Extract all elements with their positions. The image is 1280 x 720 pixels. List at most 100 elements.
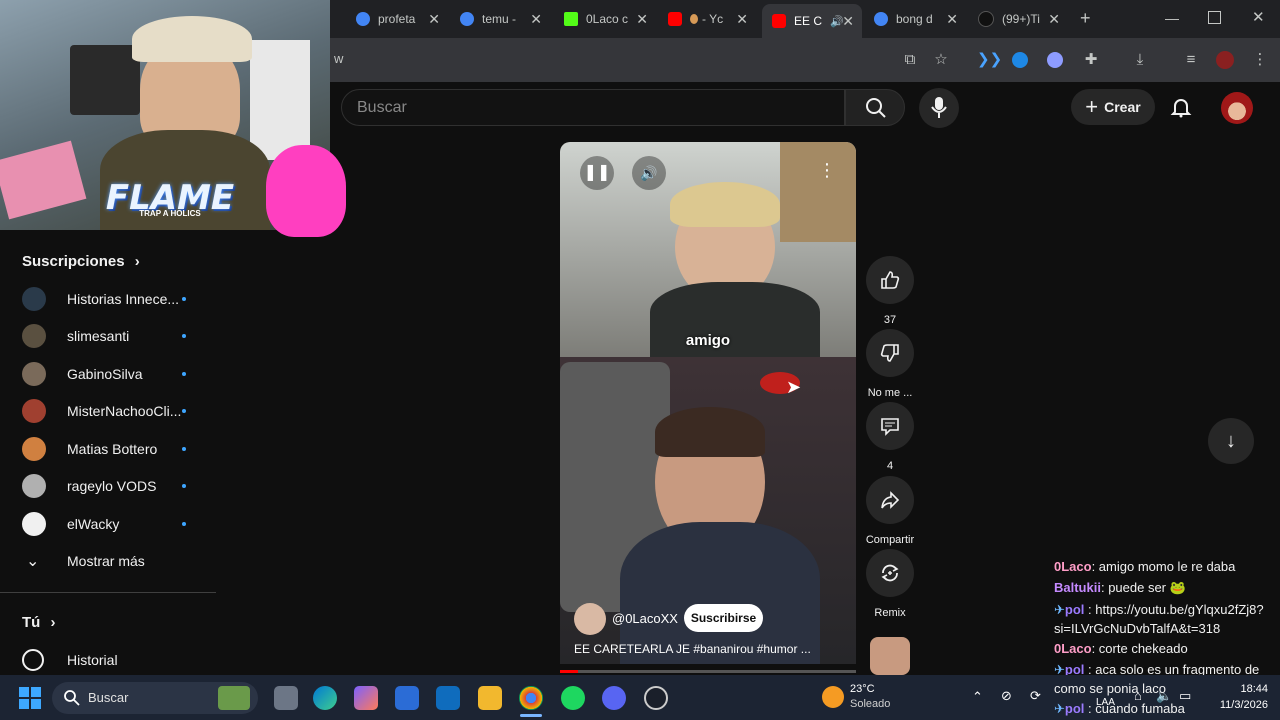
search-lens-icon[interactable] [1047, 52, 1063, 68]
bookmark-star-icon[interactable]: ☆ [931, 50, 951, 70]
pause-button[interactable]: ❚❚ [580, 156, 614, 190]
channel-avatar [22, 399, 46, 423]
task-view-icon[interactable] [274, 686, 298, 710]
app-icon[interactable] [644, 686, 668, 710]
copilot-icon[interactable] [354, 686, 378, 710]
minimize-button[interactable]: — [1165, 10, 1179, 26]
tray-app-icon[interactable]: ⊘ [1001, 688, 1012, 704]
clock-time[interactable]: 18:44 [1208, 683, 1268, 695]
volume-button[interactable]: 🔊 [632, 156, 666, 190]
weather-desc[interactable]: Soleado [850, 698, 890, 710]
close-tab-icon[interactable]: ✕ [636, 11, 648, 28]
language-indicator[interactable]: LAA [1096, 697, 1115, 708]
search-button[interactable] [845, 89, 905, 126]
shazam-icon[interactable] [1012, 52, 1028, 68]
tab-6[interactable]: (99+)Ti ✕ [978, 6, 1060, 32]
weather-sun-icon [822, 686, 844, 708]
download-icon[interactable]: ⤓ [1130, 50, 1150, 70]
dislike-button[interactable]: No me ... [860, 329, 920, 399]
spotify-icon[interactable] [561, 686, 585, 710]
mouse-cursor: ➤ [786, 377, 802, 397]
more-options-icon[interactable]: ⋮ [816, 160, 838, 186]
show-more-button[interactable]: ⌄ Mostrar más [0, 543, 216, 579]
edge-icon[interactable] [313, 686, 337, 710]
new-content-dot [182, 484, 186, 488]
tab-1[interactable]: temu - ✕ [460, 6, 542, 32]
poster-image [70, 45, 140, 115]
voice-search-button[interactable] [919, 88, 959, 128]
channel-avatar[interactable] [574, 603, 606, 635]
new-tab-button[interactable]: + [1080, 8, 1091, 29]
taskbar-search[interactable]: Buscar [52, 682, 258, 714]
close-tab-icon[interactable]: ✕ [1048, 11, 1060, 28]
sidebar-channel[interactable]: rageylo VODS [0, 468, 216, 504]
close-tab-icon[interactable]: ✕ [428, 11, 440, 28]
buddha-sticker [266, 145, 346, 237]
sidebar-item-history[interactable]: Historial [0, 642, 216, 678]
close-tab-icon[interactable]: ✕ [842, 13, 854, 30]
search-input[interactable]: Buscar [357, 99, 407, 117]
microphone-icon [931, 97, 947, 118]
subscribe-button[interactable]: Suscribirse [684, 604, 763, 632]
outlook-icon[interactable] [436, 686, 460, 710]
tab-5[interactable]: bong d ✕ [874, 6, 958, 32]
progress-bar[interactable] [560, 670, 856, 673]
search-highlight-icon [218, 686, 250, 710]
close-window-button[interactable]: ✕ [1252, 8, 1265, 26]
next-short-thumbnail[interactable] [870, 637, 910, 675]
chrome-icon[interactable] [519, 686, 543, 710]
next-video-arrow-icon[interactable]: ↓ [1208, 418, 1254, 464]
profile-avatar[interactable] [1216, 51, 1234, 69]
video-title[interactable]: EE CARETEARLA JE #bananirou #humor ... [574, 642, 811, 656]
tab-4-active[interactable]: EE C 🔊 ✕ [762, 4, 862, 38]
tray-sync-icon[interactable]: ⟳ [1030, 688, 1041, 704]
close-tab-icon[interactable]: ✕ [736, 11, 748, 28]
fridge-image [250, 40, 310, 160]
close-tab-icon[interactable]: ✕ [530, 11, 542, 28]
create-button[interactable]: + Crear [1071, 89, 1155, 125]
new-content-dot [182, 409, 186, 413]
address-bar[interactable]: w [334, 51, 343, 66]
shorts-video-player[interactable]: ❚❚ 🔊 ⋮ amigo @0LacoXX Suscribirse EE CAR… [560, 142, 856, 664]
cardboard-image [780, 142, 856, 242]
chevron-right-icon: › [134, 253, 140, 270]
sidebar-channel[interactable]: Historias Innece... [0, 281, 216, 317]
tray-chevron-icon[interactable]: ⌃ [972, 689, 983, 705]
progress-fill [560, 670, 578, 673]
you-section-title[interactable]: Tú › [22, 614, 56, 631]
sidebar-divider [0, 592, 216, 593]
file-explorer-icon[interactable] [478, 686, 502, 710]
channel-handle[interactable]: @0LacoXX [612, 611, 678, 626]
new-content-dot [182, 522, 186, 526]
comments-button[interactable]: 4 [860, 402, 920, 472]
sidebar-channel[interactable]: GabinoSilva [0, 356, 216, 392]
weather-temp[interactable]: 23°C [850, 683, 875, 695]
tab-3[interactable]: - Yc ✕ [668, 6, 748, 32]
tab-2[interactable]: 0Laco c ✕ [564, 6, 648, 32]
windows-start-icon[interactable] [19, 687, 41, 709]
sidebar-channel[interactable]: slimesanti [0, 318, 216, 354]
sidebar-channel[interactable]: Matias Bottero [0, 431, 216, 467]
store-icon[interactable] [395, 686, 419, 710]
close-tab-icon[interactable]: ✕ [946, 11, 958, 28]
notifications-bell-icon[interactable] [1170, 96, 1192, 118]
extension-wave-icon[interactable]: ❯❯ [977, 50, 1002, 70]
maximize-button[interactable] [1208, 11, 1221, 24]
install-app-icon[interactable]: ⧉ [900, 50, 920, 70]
tab-0[interactable]: profeta ✕ [356, 6, 440, 32]
subscriptions-title[interactable]: Suscripciones › [22, 253, 140, 270]
youtube-icon [772, 14, 786, 28]
chrome-menu-icon[interactable]: ⋮ [1250, 50, 1270, 70]
share-button[interactable]: Compartir [860, 476, 920, 546]
channel-avatar [22, 362, 46, 386]
account-avatar[interactable] [1221, 92, 1253, 124]
remix-button[interactable]: Remix [860, 549, 920, 619]
extensions-puzzle-icon[interactable]: ✚ [1081, 50, 1101, 70]
clock-date[interactable]: 11/3/2026 [1200, 699, 1268, 711]
media-control-icon[interactable]: ≡ [1181, 50, 1201, 70]
sidebar-channel[interactable]: elWacky [0, 506, 216, 542]
like-button[interactable]: 37 [860, 256, 920, 326]
sidebar-channel[interactable]: MisterNachooCli... [0, 393, 216, 429]
search-box[interactable] [341, 89, 845, 126]
discord-icon[interactable] [602, 686, 626, 710]
